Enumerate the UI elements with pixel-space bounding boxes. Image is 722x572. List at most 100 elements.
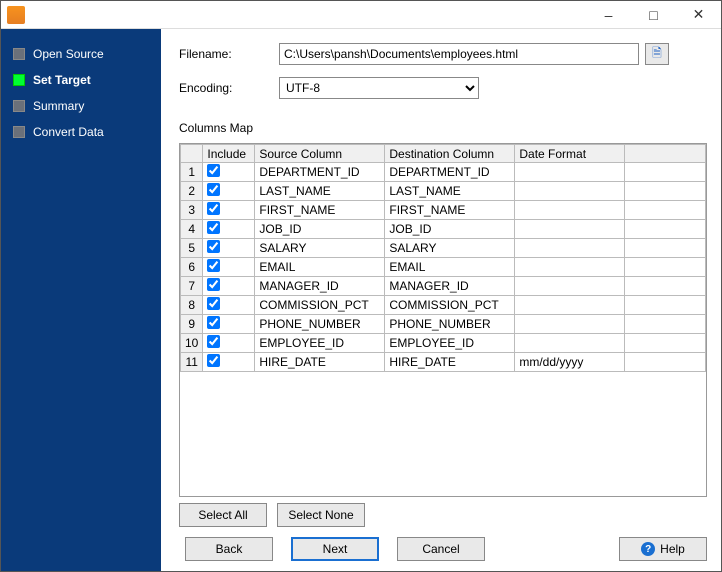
wizard-steps-sidebar: Open Source Set Target Summary Convert D… (1, 29, 161, 571)
include-cell (203, 315, 255, 334)
include-cell (203, 163, 255, 182)
col-header-date-format[interactable]: Date Format (515, 145, 625, 163)
col-header-source[interactable]: Source Column (255, 145, 385, 163)
spacer-cell (625, 182, 706, 201)
step-label: Convert Data (33, 125, 104, 139)
include-checkbox[interactable] (207, 164, 220, 177)
destination-column-cell[interactable]: EMPLOYEE_ID (385, 334, 515, 353)
step-convert-data[interactable]: Convert Data (1, 119, 161, 145)
date-format-cell[interactable] (515, 220, 625, 239)
include-checkbox[interactable] (207, 335, 220, 348)
date-format-cell[interactable] (515, 201, 625, 220)
date-format-cell[interactable] (515, 315, 625, 334)
step-open-source[interactable]: Open Source (1, 41, 161, 67)
cancel-button[interactable]: Cancel (397, 537, 485, 561)
col-header-include[interactable]: Include (203, 145, 255, 163)
destination-column-cell[interactable]: MANAGER_ID (385, 277, 515, 296)
include-checkbox[interactable] (207, 278, 220, 291)
include-checkbox[interactable] (207, 240, 220, 253)
table-row[interactable]: 8 COMMISSION_PCTCOMMISSION_PCT (181, 296, 706, 315)
app-icon (7, 6, 25, 24)
source-column-cell[interactable]: LAST_NAME (255, 182, 385, 201)
date-format-cell[interactable] (515, 277, 625, 296)
source-column-cell[interactable]: EMPLOYEE_ID (255, 334, 385, 353)
source-column-cell[interactable]: SALARY (255, 239, 385, 258)
table-row[interactable]: 10EMPLOYEE_IDEMPLOYEE_ID (181, 334, 706, 353)
wizard-footer: Back Next Cancel ? Help (179, 537, 707, 561)
source-column-cell[interactable]: EMAIL (255, 258, 385, 277)
include-checkbox[interactable] (207, 183, 220, 196)
filename-input[interactable] (279, 43, 639, 65)
wizard-window: – □ ✕ Open Source Set Target Summary Con… (0, 0, 722, 572)
step-label: Open Source (33, 47, 104, 61)
source-column-cell[interactable]: HIRE_DATE (255, 353, 385, 372)
row-number: 6 (181, 258, 203, 277)
col-header-destination[interactable]: Destination Column (385, 145, 515, 163)
table-row[interactable]: 6 EMAILEMAIL (181, 258, 706, 277)
source-column-cell[interactable]: DEPARTMENT_ID (255, 163, 385, 182)
include-cell (203, 334, 255, 353)
minimize-button[interactable]: – (586, 1, 631, 29)
destination-column-cell[interactable]: COMMISSION_PCT (385, 296, 515, 315)
destination-column-cell[interactable]: HIRE_DATE (385, 353, 515, 372)
table-row[interactable]: 2LAST_NAMELAST_NAME (181, 182, 706, 201)
date-format-cell[interactable] (515, 296, 625, 315)
step-marker-icon (13, 100, 25, 112)
source-column-cell[interactable]: JOB_ID (255, 220, 385, 239)
destination-column-cell[interactable]: PHONE_NUMBER (385, 315, 515, 334)
date-format-cell[interactable] (515, 258, 625, 277)
date-format-cell[interactable] (515, 163, 625, 182)
destination-column-cell[interactable]: EMAIL (385, 258, 515, 277)
columns-map-title: Columns Map (179, 121, 707, 135)
include-checkbox[interactable] (207, 354, 220, 367)
spacer-cell (625, 334, 706, 353)
source-column-cell[interactable]: FIRST_NAME (255, 201, 385, 220)
date-format-cell[interactable] (515, 182, 625, 201)
include-checkbox[interactable] (207, 221, 220, 234)
source-column-cell[interactable]: MANAGER_ID (255, 277, 385, 296)
encoding-select[interactable]: UTF-8 (279, 77, 479, 99)
help-icon: ? (641, 542, 655, 556)
grid-corner (181, 145, 203, 163)
include-checkbox[interactable] (207, 259, 220, 272)
table-row[interactable]: 11HIRE_DATEHIRE_DATEmm/dd/yyyy (181, 353, 706, 372)
include-cell (203, 239, 255, 258)
step-summary[interactable]: Summary (1, 93, 161, 119)
include-cell (203, 258, 255, 277)
table-row[interactable]: 4JOB_IDJOB_ID (181, 220, 706, 239)
table-row[interactable]: 7MANAGER_IDMANAGER_ID (181, 277, 706, 296)
source-column-cell[interactable]: COMMISSION_PCT (255, 296, 385, 315)
select-all-button[interactable]: Select All (179, 503, 267, 527)
table-row[interactable]: 3FIRST_NAMEFIRST_NAME (181, 201, 706, 220)
table-row[interactable]: 1DEPARTMENT_IDDEPARTMENT_ID (181, 163, 706, 182)
destination-column-cell[interactable]: JOB_ID (385, 220, 515, 239)
select-none-button[interactable]: Select None (277, 503, 365, 527)
table-row[interactable]: 5SALARYSALARY (181, 239, 706, 258)
include-checkbox[interactable] (207, 316, 220, 329)
include-cell (203, 296, 255, 315)
destination-column-cell[interactable]: SALARY (385, 239, 515, 258)
maximize-button[interactable]: □ (631, 1, 676, 29)
include-cell (203, 201, 255, 220)
row-number: 8 (181, 296, 203, 315)
source-column-cell[interactable]: PHONE_NUMBER (255, 315, 385, 334)
close-button[interactable]: ✕ (676, 1, 721, 29)
date-format-cell[interactable] (515, 334, 625, 353)
back-button[interactable]: Back (185, 537, 273, 561)
date-format-cell[interactable]: mm/dd/yyyy (515, 353, 625, 372)
table-row[interactable]: 9PHONE_NUMBERPHONE_NUMBER (181, 315, 706, 334)
include-checkbox[interactable] (207, 202, 220, 215)
destination-column-cell[interactable]: FIRST_NAME (385, 201, 515, 220)
destination-column-cell[interactable]: DEPARTMENT_ID (385, 163, 515, 182)
date-format-cell[interactable] (515, 239, 625, 258)
include-cell (203, 220, 255, 239)
columns-map-grid: Include Source Column Destination Column… (179, 143, 707, 497)
help-button[interactable]: ? Help (619, 537, 707, 561)
step-set-target[interactable]: Set Target (1, 67, 161, 93)
include-cell (203, 182, 255, 201)
include-checkbox[interactable] (207, 297, 220, 310)
next-button[interactable]: Next (291, 537, 379, 561)
spacer-cell (625, 296, 706, 315)
destination-column-cell[interactable]: LAST_NAME (385, 182, 515, 201)
browse-button[interactable]: 🗎 (645, 43, 669, 65)
